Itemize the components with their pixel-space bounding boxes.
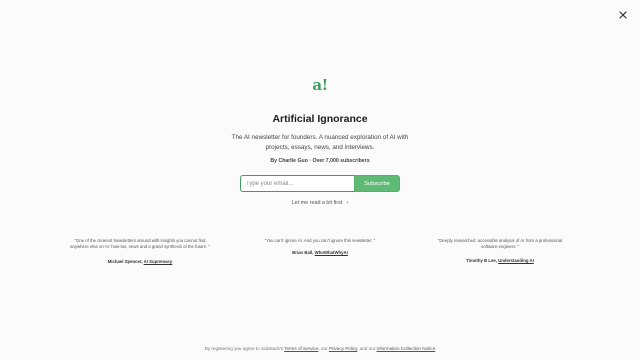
collection-notice-link[interactable]: Information Collection Notice [377,346,436,351]
testimonial-org-link[interactable]: WhoWhatWhyAI [315,250,348,255]
close-icon [619,11,627,19]
publication-description: The AI newsletter for founders. A nuance… [231,134,409,151]
footer-mid2: , and our [357,346,376,351]
testimonials: “One of the clearest Newsletters around … [70,238,570,266]
subscribe-button[interactable]: Subscribe [354,175,400,192]
footer-mid1: , our [318,346,328,351]
footer-prefix: By registering you agree to Substack's [204,346,283,351]
testimonial: “You can't ignore AI. And you can't igno… [245,238,395,266]
privacy-link[interactable]: Privacy Policy [329,346,357,351]
chevron-right-icon: › [346,200,349,206]
read-first-link[interactable]: Let me read a bit first › [292,200,349,206]
testimonial-org-link[interactable]: AI Supremacy [144,259,173,264]
email-input[interactable] [240,175,354,192]
testimonial-author: Timothy B Lee, Understanding AI [430,258,570,264]
testimonial-author: Brian Ball, WhoWhatWhyAI [245,250,395,256]
testimonial-author: Michael Spencer, AI Supremacy [70,259,210,265]
read-first-label: Let me read a bit first [291,200,343,206]
close-button[interactable] [616,8,630,22]
publication-byline: By Charlie Guo · Over 7,000 subscribers [270,158,370,164]
testimonial-quote: “Deeply researched, accessible analysis … [437,238,563,250]
testimonial-quote: “You can't ignore AI. And you can't igno… [264,238,376,243]
publication-logo: a! [312,76,328,94]
testimonial-org-link[interactable]: Understanding AI [498,258,534,263]
subscribe-form: Subscribe [240,175,400,192]
hero: a! Artificial Ignorance The AI newslette… [0,76,640,164]
publication-title: Artificial Ignorance [272,113,368,125]
testimonial: “Deeply researched, accessible analysis … [430,238,570,266]
testimonial: “One of the clearest Newsletters around … [70,238,210,266]
legal-footer: By registering you agree to Substack's T… [0,346,640,351]
testimonial-name: Timothy B Lee, [466,258,497,264]
testimonial-name: Brian Ball, [292,250,314,256]
read-first-row: Let me read a bit first › [0,200,640,206]
testimonial-name: Michael Spencer, [107,259,143,265]
testimonial-quote: “One of the clearest Newsletters around … [70,238,210,250]
terms-link[interactable]: Terms of Service [284,346,318,351]
